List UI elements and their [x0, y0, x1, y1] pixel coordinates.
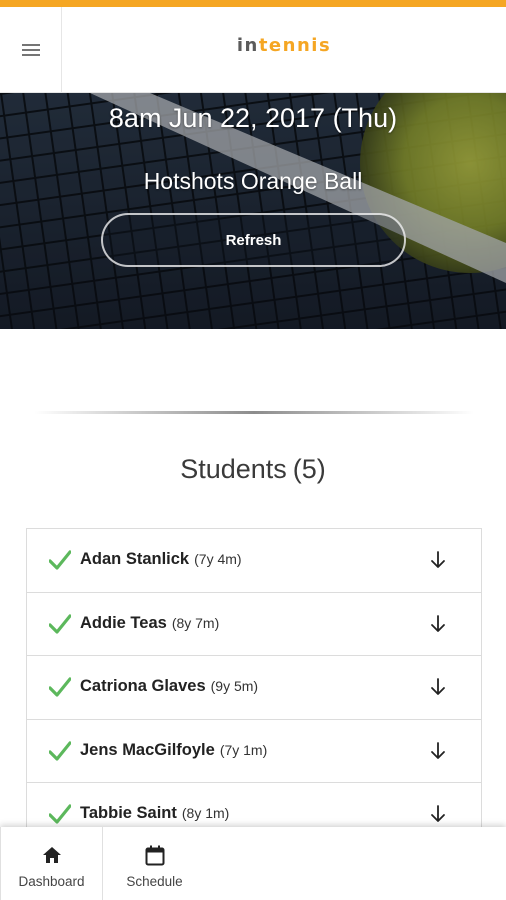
logo-text-in: in [236, 34, 259, 56]
nav-item-schedule[interactable]: Schedule [103, 827, 206, 900]
logo-text-tennis: tennis [258, 34, 332, 56]
students-heading: Students (5) [0, 454, 506, 485]
student-row[interactable]: Adan Stanlick (7y 4m) [27, 529, 481, 593]
top-accent-line [0, 0, 506, 7]
student-name-text: Jens MacGilfoyle [80, 740, 215, 759]
student-list: Adan Stanlick (7y 4m) Addie Teas (8y 7m) C… [26, 528, 482, 847]
student-name: Catriona Glaves (9y 5m) [80, 677, 258, 696]
session-hero: 8am Jun 22, 2017 (Thu) Hotshots Orange B… [0, 93, 506, 329]
checkmark-icon [49, 613, 71, 634]
student-name: Adan Stanlick (7y 4m) [80, 550, 242, 569]
student-name-text: Catriona Glaves [80, 677, 206, 695]
students-heading-label: Students [180, 454, 287, 484]
arrow-down-icon[interactable] [429, 550, 447, 570]
hamburger-menu-icon [21, 44, 40, 56]
arrow-down-icon[interactable] [429, 741, 447, 761]
nav-label-dashboard: Dashboard [18, 874, 85, 889]
session-class-name: Hotshots Orange Ball [143, 168, 363, 194]
session-datetime: 8am Jun 22, 2017 (Thu) [108, 103, 398, 133]
student-age: (8y 1m) [181, 805, 230, 821]
checkmark-icon [49, 677, 71, 697]
calendar-icon [145, 844, 165, 866]
section-divider [34, 411, 474, 414]
student-row[interactable]: Catriona Glaves (9y 5m) [27, 656, 481, 720]
top-app-bar: in tennis [0, 7, 506, 93]
student-name-text: Addie Teas [80, 613, 167, 632]
students-count: (5) [292, 454, 326, 484]
student-age: (9y 5m) [210, 678, 259, 694]
student-row[interactable]: Jens MacGilfoyle (7y 1m) [27, 719, 481, 783]
app-logo[interactable]: in tennis [62, 7, 506, 83]
student-name: Jens MacGilfoyle (7y 1m) [80, 741, 267, 760]
arrow-down-icon[interactable] [429, 804, 447, 824]
checkmark-icon [49, 804, 71, 824]
student-name: Addie Teas (8y 7m) [80, 614, 219, 633]
student-row[interactable]: Addie Teas (8y 7m) [27, 592, 481, 656]
arrow-down-icon[interactable] [429, 614, 447, 634]
student-age: (7y 1m) [219, 741, 268, 758]
bottom-navigation: Dashboard Schedule [0, 827, 506, 900]
nav-label-schedule: Schedule [126, 874, 183, 889]
menu-button[interactable] [0, 7, 62, 93]
arrow-down-icon[interactable] [429, 677, 447, 697]
student-name-text: Tabbie Saint [80, 804, 177, 822]
checkmark-icon [49, 550, 71, 570]
app-root: in tennis 8am Jun 22, 2017 (Thu) Hotshot… [0, 0, 506, 900]
refresh-button[interactable]: Refresh [101, 213, 406, 267]
nav-item-dashboard[interactable]: Dashboard [0, 827, 103, 900]
home-icon [42, 844, 62, 866]
student-age: (7y 4m) [194, 551, 242, 567]
checkmark-icon [49, 740, 71, 761]
student-age: (8y 7m) [171, 614, 220, 631]
student-name-text: Adan Stanlick [80, 550, 190, 568]
student-name: Tabbie Saint (8y 1m) [80, 804, 229, 823]
